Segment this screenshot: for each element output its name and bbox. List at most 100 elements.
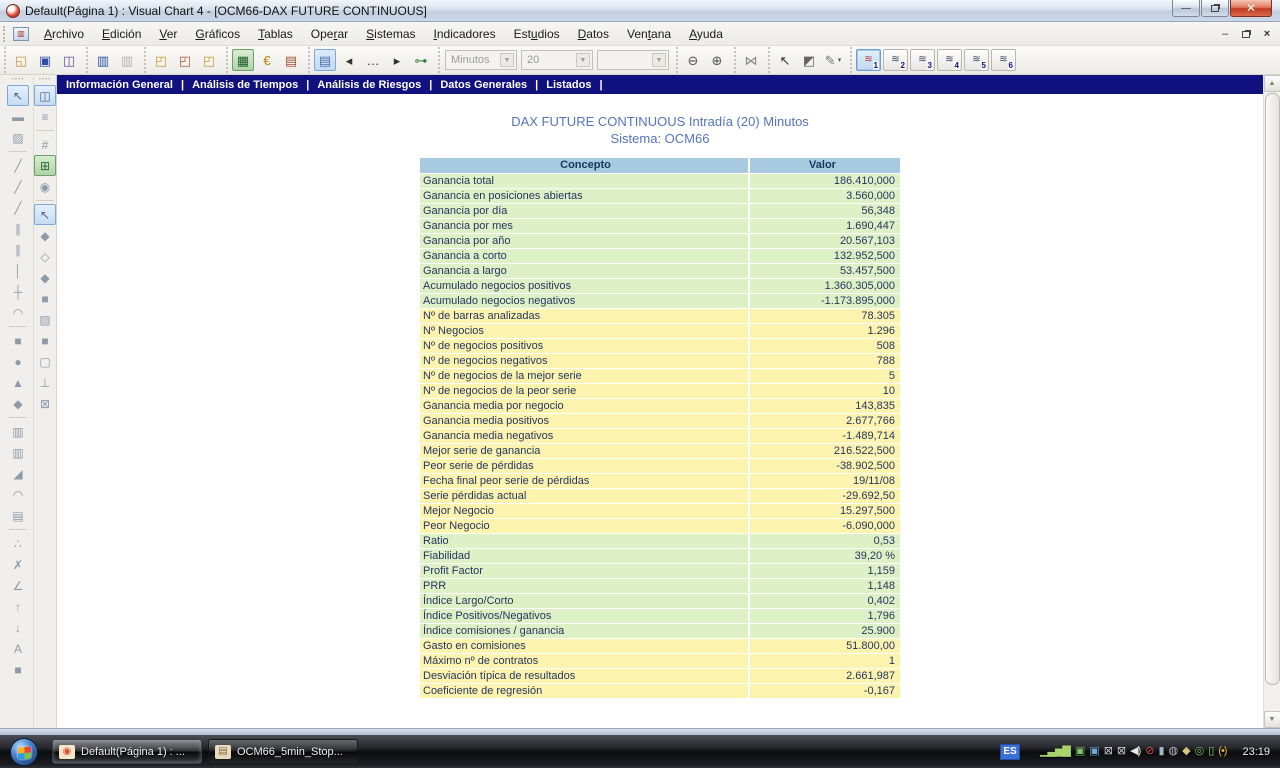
arrow-down-tool-button[interactable]: ↓ — [7, 617, 29, 638]
properties-icon-button[interactable]: ▤ — [314, 49, 336, 71]
zoom-out-icon-button[interactable]: ⊖ — [682, 49, 704, 71]
nav-tab-analisis-de-riesgos[interactable]: Análisis de Riesgos — [313, 79, 425, 91]
menu-edicion[interactable]: Edición — [93, 24, 150, 44]
extra-combo[interactable]: ▼ — [597, 50, 669, 70]
diamond-flat-tool-button[interactable]: ◆ — [34, 267, 56, 288]
save-icon-button[interactable]: ▣ — [34, 49, 56, 71]
close-button[interactable]: ✕ — [1230, 0, 1272, 17]
arrow-up-tool-button[interactable]: ↑ — [7, 596, 29, 617]
chart-page-5-button[interactable]: ≋ 5 — [964, 49, 989, 71]
nav-tab-datos-generales[interactable]: Datos Generales — [436, 79, 531, 91]
menu-operar[interactable]: Operar — [302, 24, 357, 44]
scatter-marks-tool-button[interactable]: ∴ — [7, 533, 29, 554]
usb-device-icon[interactable]: ▮ — [1158, 746, 1164, 757]
nav-tab-analisis-de-tiempos[interactable]: Análisis de Tiempos — [188, 79, 302, 91]
taskbar-button-ocm66-5min-stop[interactable]: ▤ OCM66_5min_Stop... — [208, 739, 358, 764]
highlight-pen-icon-button[interactable]: ✎ ▾ — [822, 49, 844, 71]
menu-sistemas[interactable]: Sistemas — [357, 24, 424, 44]
object-links-icon-button[interactable]: ⊶ — [410, 49, 432, 71]
wireless-signal-icon[interactable]: (•) — [1218, 746, 1227, 757]
scroll-down-icon[interactable]: ▼ — [1263, 711, 1280, 728]
zoom-in-icon-button[interactable]: ⊕ — [706, 49, 728, 71]
chart-page-6-button[interactable]: ≋ 6 — [991, 49, 1016, 71]
menu-graficos[interactable]: Gráficos — [186, 24, 249, 44]
save-workspace-icon-button[interactable]: ◫ — [58, 49, 80, 71]
notes-tool-button[interactable]: ▤ — [7, 505, 29, 526]
child-window-icon[interactable]: ▥ — [13, 26, 29, 41]
menu-datos[interactable]: Datos — [569, 24, 618, 44]
network-disconnected-icon[interactable]: ⊠ — [1104, 746, 1113, 757]
fibo-time-zones-tool-button[interactable]: ▥ — [7, 442, 29, 463]
bar-chart-disabled-icon-button[interactable]: ▥ — [116, 49, 138, 71]
child-restore-button[interactable] — [1242, 30, 1250, 38]
parallel-lines-tool-button[interactable]: ∥ — [7, 239, 29, 260]
layout-frame-tool-button[interactable]: ◫ — [34, 85, 56, 106]
ellipse-tool-button[interactable]: ● — [7, 351, 29, 372]
menu-tablas[interactable]: Tablas — [249, 24, 302, 44]
trend-line-tool-button[interactable]: ╱ — [7, 155, 29, 176]
performance-icon[interactable]: ▯ — [1208, 746, 1214, 757]
send-chart-tool-button[interactable]: ◉ — [34, 176, 56, 197]
bar-chart-icon-button[interactable]: ▥ — [92, 49, 114, 71]
pointer-object-icon-button[interactable]: ◩ — [798, 49, 820, 71]
volume-icon[interactable]: ◀) — [1130, 746, 1141, 757]
steam-icon[interactable]: ◍ — [1169, 746, 1179, 757]
menu-estudios[interactable]: Estudios — [505, 24, 569, 44]
menu-ventana[interactable]: Ventana — [618, 24, 680, 44]
minimize-button[interactable]: — — [1172, 0, 1200, 17]
more-pages-icon-button[interactable]: … — [362, 49, 384, 71]
scrollbar-thumb[interactable] — [1264, 93, 1280, 685]
rhombus-tool-button[interactable]: ◆ — [7, 393, 29, 414]
channel-tool-button[interactable]: ∥ — [7, 218, 29, 239]
pin-bar-tool-button[interactable]: ▬ — [7, 106, 29, 127]
layers-tool-button[interactable]: ≡ — [34, 106, 56, 127]
start-button[interactable] — [10, 737, 38, 766]
calendar-edit-icon-button[interactable]: ▤ — [280, 49, 302, 71]
triangle-tool-button[interactable]: ▲ — [7, 372, 29, 393]
chart-page-4-button[interactable]: ≋ 4 — [937, 49, 962, 71]
ray-line-tool-button[interactable]: ╱ — [7, 197, 29, 218]
network-disconnected2-icon[interactable]: ⊠ — [1117, 746, 1126, 757]
fibo-arcs-tool-button[interactable]: ◠ — [7, 484, 29, 505]
chart-window-folder-icon-button[interactable]: ◰ — [198, 49, 220, 71]
wireless-display-icon[interactable]: ▣ — [1075, 746, 1085, 757]
next-page-icon-button[interactable]: ▸ — [386, 49, 408, 71]
taskbar-button-default-pagina-1[interactable]: ◉ Default(Página 1) : ... — [52, 739, 202, 764]
child-close-button[interactable]: × — [1260, 28, 1274, 40]
grid-tool-button[interactable]: # — [34, 134, 56, 155]
nav-tab-listados[interactable]: Listados — [542, 79, 595, 91]
menu-ver[interactable]: Ver — [150, 24, 186, 44]
chart-page-1-button[interactable]: ≋ 1 — [856, 49, 881, 71]
restore-button[interactable] — [1201, 0, 1229, 17]
pattern-rect2-tool-button[interactable]: ▨ — [34, 309, 56, 330]
menu-indicadores[interactable]: Indicadores — [425, 24, 505, 44]
curve-tool-button[interactable]: ◠ — [7, 302, 29, 323]
security-icon[interactable]: ◆ — [1182, 746, 1191, 757]
signal-strength-icon[interactable]: ▁▃▅▇ — [1040, 746, 1071, 757]
dark-rect-tool-button[interactable]: ■ — [34, 330, 56, 351]
command-box-tool-button[interactable]: ▢ — [34, 351, 56, 372]
objects-manager-tool-button[interactable]: ⊞ — [34, 155, 56, 176]
antivirus-icon[interactable]: ◎ — [1195, 746, 1205, 757]
text-tool-button[interactable]: A — [7, 638, 29, 659]
hide-crosses-icon-button[interactable]: ⋈ — [740, 49, 762, 71]
trading-table-icon-button[interactable]: ▦ — [232, 49, 254, 71]
menubar-grip[interactable] — [3, 25, 8, 42]
rectangle-tool-button[interactable]: ■ — [7, 330, 29, 351]
taskbar-clock[interactable]: 23:19 — [1242, 746, 1270, 758]
chart-page-2-button[interactable]: ≋ 2 — [883, 49, 908, 71]
chart-flag-folder-icon-button[interactable]: ◰ — [174, 49, 196, 71]
vertical-line-tool-button[interactable]: │ — [7, 260, 29, 281]
open-file-icon-button[interactable]: ◱ — [10, 49, 32, 71]
new-chart-folder-icon-button[interactable]: ◰ — [150, 49, 172, 71]
cross-line-tool-button[interactable]: ┼ — [7, 281, 29, 302]
fibo-fan-tool-button[interactable]: ◢ — [7, 463, 29, 484]
pointer-tool-button[interactable]: ↖ — [7, 85, 29, 106]
pattern-rect-tool-button[interactable]: ▨ — [7, 127, 29, 148]
pointer-icon-button[interactable]: ↖ — [774, 49, 796, 71]
menu-archivo[interactable]: Archivo — [35, 24, 93, 44]
trend-segment-tool-button[interactable]: ╱ — [7, 176, 29, 197]
gray-rect-tool-button[interactable]: ■ — [34, 288, 56, 309]
crossed-trend-tool-button[interactable]: ✗ — [7, 554, 29, 575]
fibo-retracement-tool-button[interactable]: ▥ — [7, 421, 29, 442]
